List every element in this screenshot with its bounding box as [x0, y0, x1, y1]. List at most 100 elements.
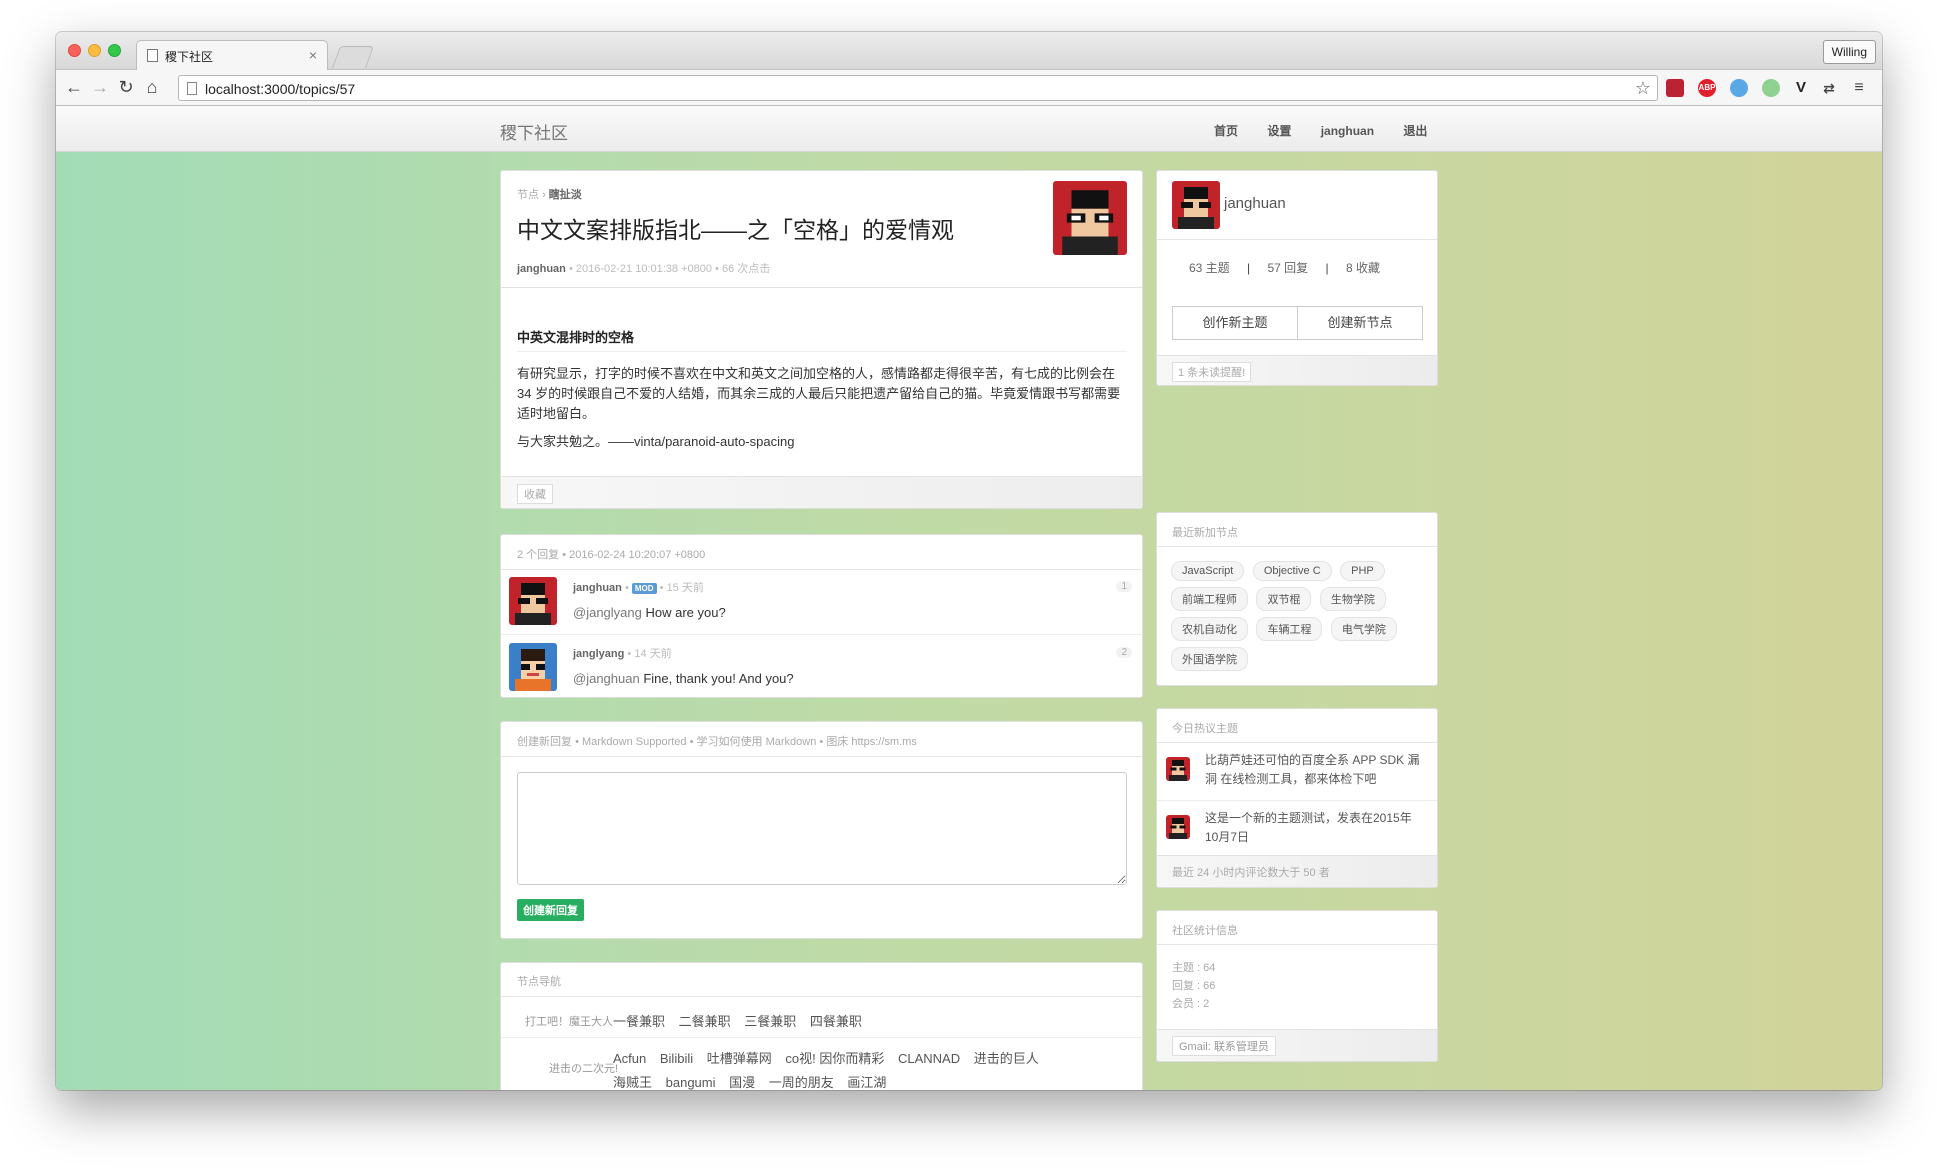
topic-author[interactable]: janghuan	[517, 263, 566, 275]
sync-extension-icon[interactable]: ⇄	[1820, 79, 1838, 97]
avatar[interactable]	[509, 577, 557, 625]
adblock-icon[interactable]: ABP	[1698, 79, 1716, 97]
divider	[501, 756, 1142, 757]
contact-admin-link[interactable]: Gmail: 联系管理员	[1172, 1036, 1276, 1056]
menu-icon[interactable]: ≡	[1850, 79, 1868, 97]
node-tag[interactable]: 电气学院	[1330, 617, 1397, 641]
node-link[interactable]: 海贼王	[613, 1075, 652, 1090]
node-link[interactable]: 画江湖	[847, 1075, 886, 1090]
breadcrumb-node[interactable]: 瞎扯淡	[549, 189, 582, 201]
node-tag[interactable]: 车辆工程	[1256, 617, 1323, 641]
author-avatar[interactable]	[1053, 181, 1127, 255]
zoom-window-button[interactable]	[108, 44, 121, 57]
node-link[interactable]: 一周的朋友	[769, 1075, 834, 1090]
browser-toolbar: ← → ↻ ⌂ localhost:3000/topics/57 ☆ ABP V…	[56, 70, 1882, 106]
site-brand[interactable]: 稷下社区	[500, 119, 568, 144]
favorite-button[interactable]: 收藏	[517, 484, 553, 504]
nav-user[interactable]: janghuan	[1321, 124, 1374, 138]
reply-text: @janghuan Fine, thank you! And you?	[573, 671, 794, 686]
node-tag[interactable]: 前端工程师	[1171, 587, 1248, 611]
reply-body: Fine, thank you! And you?	[639, 671, 794, 686]
minimize-window-button[interactable]	[88, 44, 101, 57]
reload-icon[interactable]: ↻	[116, 77, 136, 97]
divider	[517, 351, 1127, 352]
node-link[interactable]: Acfun	[613, 1051, 646, 1066]
node-tag[interactable]: 外国语学院	[1171, 647, 1248, 671]
node-link[interactable]: 二餐兼职	[679, 1014, 731, 1029]
avatar[interactable]	[1166, 757, 1190, 781]
node-group-links: 一餐兼职 二餐兼职 三餐兼职 四餐兼职	[613, 1011, 872, 1030]
bookmark-star-icon[interactable]: ☆	[1635, 78, 1651, 99]
markdown-help-link[interactable]: 学习如何使用 Markdown	[697, 736, 817, 748]
nav-logout[interactable]: 退出	[1403, 124, 1427, 138]
node-tag[interactable]: 生物学院	[1319, 587, 1386, 611]
node-link[interactable]: 吐槽弹幕网	[707, 1051, 772, 1066]
reply-number: 2	[1116, 647, 1132, 658]
address-bar[interactable]: localhost:3000/topics/57 ☆	[178, 75, 1658, 101]
mention-link[interactable]: @janghuan	[573, 671, 640, 686]
mention-link[interactable]: @janglyang	[573, 605, 642, 620]
node-link[interactable]: 国漫	[729, 1075, 755, 1090]
reply-user[interactable]: janghuan	[573, 582, 622, 594]
back-arrow-icon[interactable]: ←	[64, 77, 84, 97]
hot-topic-link[interactable]: 这是一个新的主题测试，发表在2015年10月7日	[1205, 809, 1425, 847]
url-text[interactable]: localhost:3000/topics/57	[205, 81, 355, 97]
node-link[interactable]: 四餐兼职	[810, 1014, 862, 1029]
home-icon[interactable]: ⌂	[142, 77, 162, 97]
last-reply-time: 2016-02-24 10:20:07 +0800	[569, 549, 706, 561]
node-tag[interactable]: 双节棍	[1256, 587, 1312, 611]
mod-badge: MOD	[631, 583, 657, 594]
submit-reply-button[interactable]: 创建新回复	[517, 899, 584, 921]
favorite-count-link[interactable]: 8 收藏	[1346, 261, 1380, 275]
reply-count: 2 个回复	[517, 549, 560, 561]
hot-topic-item[interactable]: 这是一个新的主题测试，发表在2015年10月7日	[1157, 801, 1437, 857]
node-tag[interactable]: 农机自动化	[1171, 617, 1248, 641]
close-icon[interactable]: ×	[309, 47, 317, 63]
avatar[interactable]	[509, 643, 557, 691]
node-link[interactable]: Bilibili	[660, 1051, 693, 1066]
hot-topic-link[interactable]: 比葫芦娃还可怕的百度全系 APP SDK 漏洞 在线检测工具，都来体检下吧	[1205, 751, 1425, 789]
topic-time: 2016-02-21 10:01:38 +0800	[575, 263, 712, 275]
notification-link[interactable]: 1 条未读提醒!	[1172, 362, 1252, 382]
node-link[interactable]: 一餐兼职	[613, 1014, 665, 1029]
node-link[interactable]: bangumi	[666, 1075, 716, 1090]
nav-settings[interactable]: 设置	[1267, 124, 1291, 138]
cat-extension-icon[interactable]	[1666, 79, 1684, 97]
recent-nodes-title: 最近新加节点	[1172, 527, 1238, 539]
image-host-link[interactable]: 图床 https://sm.ms	[826, 736, 916, 748]
hot-topic-item[interactable]: 比葫芦娃还可怕的百度全系 APP SDK 漏洞 在线检测工具，都来体检下吧	[1157, 743, 1437, 799]
hot-topics-title: 今日热议主题	[1172, 723, 1238, 735]
avatar[interactable]	[1172, 181, 1220, 229]
vimium-icon[interactable]: V	[1792, 79, 1810, 97]
reply-textarea[interactable]	[517, 772, 1127, 885]
node-link[interactable]: co视! 因你而精彩	[785, 1051, 884, 1066]
node-link[interactable]: CLANNAD	[898, 1051, 960, 1066]
divider	[501, 1037, 1142, 1038]
profile-button[interactable]: Willing	[1822, 40, 1876, 64]
reply-count-link[interactable]: 57 回复	[1268, 261, 1309, 275]
node-tag[interactable]: JavaScript	[1171, 561, 1245, 581]
create-node-button[interactable]: 创建新节点	[1297, 306, 1423, 340]
node-link[interactable]: 进击的巨人	[974, 1051, 1039, 1066]
topic-count-link[interactable]: 63 主题	[1189, 261, 1230, 275]
node-tag[interactable]: Objective C	[1252, 561, 1332, 581]
node-link[interactable]: 三餐兼职	[744, 1014, 796, 1029]
close-window-button[interactable]	[68, 44, 81, 57]
node-tag-list: JavaScript Objective C PHP 前端工程师 双节棍 生物学…	[1171, 561, 1427, 677]
divider	[1157, 239, 1437, 240]
nav-home[interactable]: 首页	[1214, 124, 1238, 138]
extension-green-icon[interactable]	[1762, 79, 1780, 97]
profile-name[interactable]: janghuan	[1224, 195, 1286, 212]
topic-footer: 收藏	[501, 476, 1142, 508]
browser-tab[interactable]: 稷下社区 ×	[136, 40, 328, 71]
create-topic-button[interactable]: 创作新主题	[1172, 306, 1298, 340]
breadcrumb-root[interactable]: 节点	[517, 189, 539, 201]
node-tag[interactable]: PHP	[1340, 561, 1385, 581]
avatar[interactable]	[1166, 815, 1190, 839]
extension-blue-icon[interactable]	[1730, 79, 1748, 97]
hot-topics-footer: 最近 24 小时内评论数大于 50 者	[1157, 855, 1437, 887]
reply-user[interactable]: janglyang	[573, 648, 624, 660]
page-icon	[147, 49, 158, 62]
forward-arrow-icon[interactable]: →	[90, 77, 110, 97]
new-tab-button[interactable]	[331, 46, 375, 68]
